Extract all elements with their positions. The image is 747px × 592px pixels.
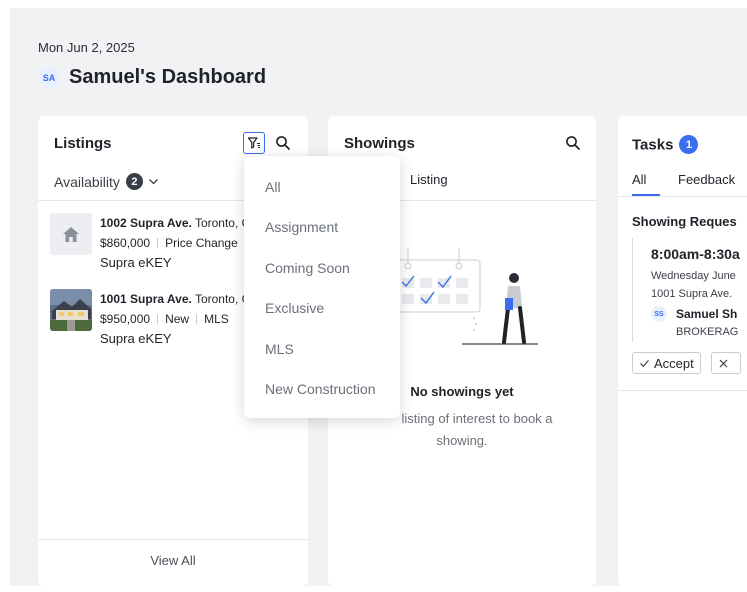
decline-button[interactable]	[711, 352, 741, 374]
tasks-title: Tasks	[632, 136, 674, 154]
listing-city: Toronto, C	[194, 292, 251, 306]
dropdown-option-exclusive[interactable]: Exclusive	[265, 300, 324, 316]
tasks-count-badge: 1	[679, 135, 699, 154]
tab-feedback[interactable]: Feedback	[678, 172, 735, 187]
empty-illustration	[388, 238, 558, 368]
listing-tag: MLS	[204, 312, 229, 326]
filter-icon[interactable]	[243, 132, 265, 154]
showing-request[interactable]: 8:00am-8:30a Wednesday June 1001 Supra A…	[632, 238, 740, 342]
empty-message-line: showing.	[436, 433, 488, 448]
avatar: SA	[38, 66, 60, 89]
search-icon[interactable]	[272, 132, 294, 154]
chevron-down-icon	[148, 176, 159, 187]
divider	[618, 390, 747, 391]
tasks-title-row: Tasks 1	[632, 135, 699, 154]
showings-title: Showings	[344, 135, 415, 152]
close-icon	[719, 359, 728, 367]
divider	[618, 196, 747, 197]
listing-tag: New	[165, 312, 190, 326]
agent-avatar: SS	[651, 306, 667, 322]
separator	[196, 314, 198, 324]
listing-price: $950,000	[100, 312, 151, 326]
tasks-card: Tasks 1 All Feedback Showing Reques 8:00a…	[618, 116, 747, 586]
accept-button[interactable]: Accept	[632, 352, 701, 374]
tab-listing[interactable]: Listing	[410, 172, 448, 187]
section-title: Showing Reques	[632, 214, 737, 229]
dropdown-option-mls[interactable]: MLS	[265, 341, 294, 357]
listing-city: Toronto, C	[194, 216, 251, 230]
dropdown-option-all[interactable]: All	[265, 179, 281, 195]
listing-type-dropdown: All Assignment Coming Soon Exclusive MLS…	[244, 156, 400, 418]
separator	[157, 238, 159, 248]
check-icon	[640, 359, 649, 367]
page-header: SA Samuel's Dashboard	[38, 66, 266, 89]
accept-label: Accept	[654, 355, 694, 371]
request-address: 1001 Supra Ave.	[651, 288, 733, 300]
dropdown-option-new-construction[interactable]: New Construction	[265, 381, 376, 397]
current-date: Mon Jun 2, 2025	[38, 40, 135, 55]
filter-count-badge: 2	[125, 173, 143, 190]
tab-all[interactable]: All	[632, 172, 646, 187]
view-all-link[interactable]: View All	[38, 553, 308, 568]
separator	[157, 314, 159, 324]
divider	[38, 539, 308, 540]
availability-label: Availability	[54, 173, 120, 190]
listing-price: $860,000	[100, 236, 151, 250]
request-time: 8:00am-8:30a	[651, 246, 740, 262]
request-date: Wednesday June	[651, 270, 736, 282]
request-agent: SS Samuel Sh	[651, 306, 737, 322]
agent-name: Samuel Sh	[676, 307, 738, 321]
listing-ekey: Supra eKEY	[100, 331, 172, 346]
dropdown-option-assignment[interactable]: Assignment	[265, 219, 338, 235]
listings-title: Listings	[54, 135, 112, 152]
listing-address: 1001 Supra Ave.	[100, 292, 192, 306]
house-photo	[50, 289, 92, 331]
page-title: Samuel's Dashboard	[69, 66, 267, 88]
house-placeholder-icon	[50, 213, 92, 255]
search-icon[interactable]	[562, 132, 584, 154]
agent-brokerage: BROKERAG	[676, 326, 739, 338]
listing-address: 1002 Supra Ave.	[100, 216, 192, 230]
availability-filter[interactable]: Availability 2	[54, 173, 159, 190]
listing-tag: Price Change	[165, 236, 238, 250]
listing-ekey: Supra eKEY	[100, 255, 172, 270]
dropdown-option-coming-soon[interactable]: Coming Soon	[265, 260, 350, 276]
